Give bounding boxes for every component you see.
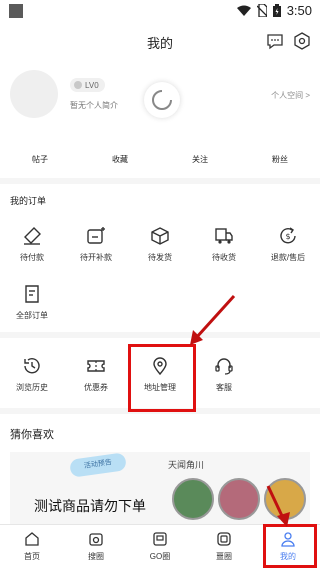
- tab-label: GO圈: [149, 552, 171, 561]
- home-icon: [25, 532, 39, 546]
- spinner-icon: [152, 90, 172, 110]
- tab-label: 首页: [24, 552, 40, 561]
- banner-brand: 天闻角川: [168, 460, 205, 470]
- order-pending-supplement[interactable]: 待开补款: [64, 226, 128, 263]
- order-all[interactable]: 全部订单: [0, 284, 64, 321]
- product-badge-image: [218, 478, 260, 520]
- recommend-title: 猜你喜欢: [10, 429, 54, 441]
- product-banner[interactable]: 活动预告 测试商品请勿下单 天闻角川: [10, 452, 310, 524]
- profile-card: LV0 暂无个人简介 个人空间 > 帖子 收藏 关注 粉丝: [0, 58, 320, 178]
- service-label: 浏览历史: [16, 383, 48, 392]
- order-label: 全部订单: [16, 311, 48, 320]
- avatar[interactable]: [10, 70, 58, 118]
- tab-circle[interactable]: 噩圈: [192, 525, 256, 568]
- stat-favorites[interactable]: 收藏: [80, 154, 160, 165]
- refund-icon: $: [280, 227, 296, 244]
- level-badge: LV0: [70, 78, 105, 92]
- profile-bio: 暂无个人简介: [70, 101, 118, 110]
- product-badge-image: [264, 478, 306, 520]
- stat-posts[interactable]: 帖子: [0, 154, 80, 165]
- camera-icon: [89, 533, 103, 546]
- wifi-icon: [236, 5, 251, 16]
- order-pending-payment[interactable]: 待付款: [0, 226, 64, 263]
- order-pending-receipt[interactable]: 待收货: [192, 226, 256, 263]
- clock: 3:50: [286, 3, 312, 18]
- highlight-box-address: [128, 344, 196, 412]
- loading-spinner: [144, 82, 180, 118]
- svg-text:$: $: [285, 232, 290, 241]
- personal-space-link[interactable]: 个人空间 >: [271, 90, 310, 101]
- service-label: 客服: [216, 383, 232, 392]
- invoice-icon: [87, 227, 105, 244]
- list-icon: [25, 285, 39, 303]
- headset-icon: [215, 358, 233, 375]
- order-label: 待收货: [212, 253, 236, 262]
- settings-icon[interactable]: [293, 32, 311, 50]
- order-refund[interactable]: $ 退款/售后: [256, 226, 320, 263]
- stat-following[interactable]: 关注: [160, 154, 240, 165]
- banner-text: 测试商品请勿下单: [34, 498, 146, 514]
- recommend-section: 猜你喜欢 活动预告 测试商品请勿下单 天闻角川: [0, 414, 320, 524]
- service-coupon[interactable]: 优惠券: [64, 356, 128, 393]
- square-icon: [217, 532, 231, 546]
- profile-stats: 帖子 收藏 关注 粉丝: [0, 154, 320, 165]
- notification-icon: [9, 4, 23, 18]
- banner-badge: 活动预告: [69, 452, 127, 478]
- service-support[interactable]: 客服: [192, 356, 256, 393]
- tab-search-circle[interactable]: 搜圈: [64, 525, 128, 568]
- level-label: LV0: [85, 80, 99, 90]
- orders-title: 我的订单: [10, 196, 47, 206]
- order-label: 待发货: [148, 253, 172, 262]
- pay-icon: [24, 227, 41, 245]
- service-history[interactable]: 浏览历史: [0, 356, 64, 393]
- status-bar: 3:50: [0, 0, 320, 24]
- stat-followers[interactable]: 粉丝: [240, 154, 320, 165]
- go-icon: [153, 532, 167, 546]
- service-label: 优惠券: [84, 383, 108, 392]
- page-header: 我的: [0, 24, 320, 58]
- tab-go-circle[interactable]: GO圈: [128, 525, 192, 568]
- battery-icon: [272, 4, 281, 17]
- highlight-box-mine-tab: [263, 524, 317, 568]
- no-sim-icon: [256, 4, 267, 17]
- level-icon: [74, 81, 82, 89]
- order-label: 待开补款: [80, 253, 112, 262]
- orders-card: 我的订单 待付款 待开补款 待发货 待收货 $ 退款/售后 全部订单: [0, 184, 320, 332]
- tab-home[interactable]: 首页: [0, 525, 64, 568]
- message-icon[interactable]: [266, 32, 284, 50]
- tab-label: 搜圈: [88, 552, 104, 561]
- order-label: 待付款: [20, 253, 44, 262]
- status-icons: 3:50: [236, 3, 312, 18]
- box-icon: [151, 227, 169, 245]
- order-label: 退款/售后: [270, 253, 306, 262]
- history-icon: [24, 358, 40, 374]
- truck-icon: [215, 228, 233, 244]
- coupon-icon: [87, 360, 105, 372]
- product-badge-image: [172, 478, 214, 520]
- order-pending-shipment[interactable]: 待发货: [128, 226, 192, 263]
- tab-label: 噩圈: [216, 552, 232, 561]
